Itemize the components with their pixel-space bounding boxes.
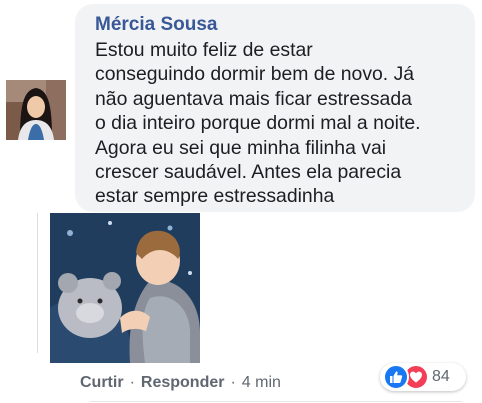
like-link[interactable]: Curtir	[80, 374, 124, 391]
separator-dot: ·	[230, 374, 236, 391]
separator-dot: ·	[129, 374, 135, 391]
thread-line	[37, 213, 38, 353]
avatar[interactable]	[6, 80, 66, 140]
reactions-summary[interactable]: 84	[380, 363, 466, 391]
divider	[90, 401, 462, 402]
timestamp[interactable]: 4 min	[242, 374, 281, 391]
comment-bubble: Mércia Sousa Estou muito feliz de estar …	[75, 4, 475, 212]
comment-actions: Curtir · Responder · 4 min	[80, 373, 281, 393]
author-name[interactable]: Mércia Sousa	[95, 13, 461, 37]
comment-thread: Mércia Sousa Estou muito feliz de estar …	[0, 0, 482, 403]
reaction-count: 84	[432, 368, 450, 385]
baby-sleeping-image	[50, 213, 200, 363]
avatar-photo	[6, 80, 66, 140]
thumbs-up-icon	[383, 364, 409, 390]
reply-link[interactable]: Responder	[141, 374, 225, 391]
comment-text: Estou muito feliz de estar conseguindo d…	[95, 39, 421, 208]
attached-photo[interactable]	[50, 213, 200, 363]
